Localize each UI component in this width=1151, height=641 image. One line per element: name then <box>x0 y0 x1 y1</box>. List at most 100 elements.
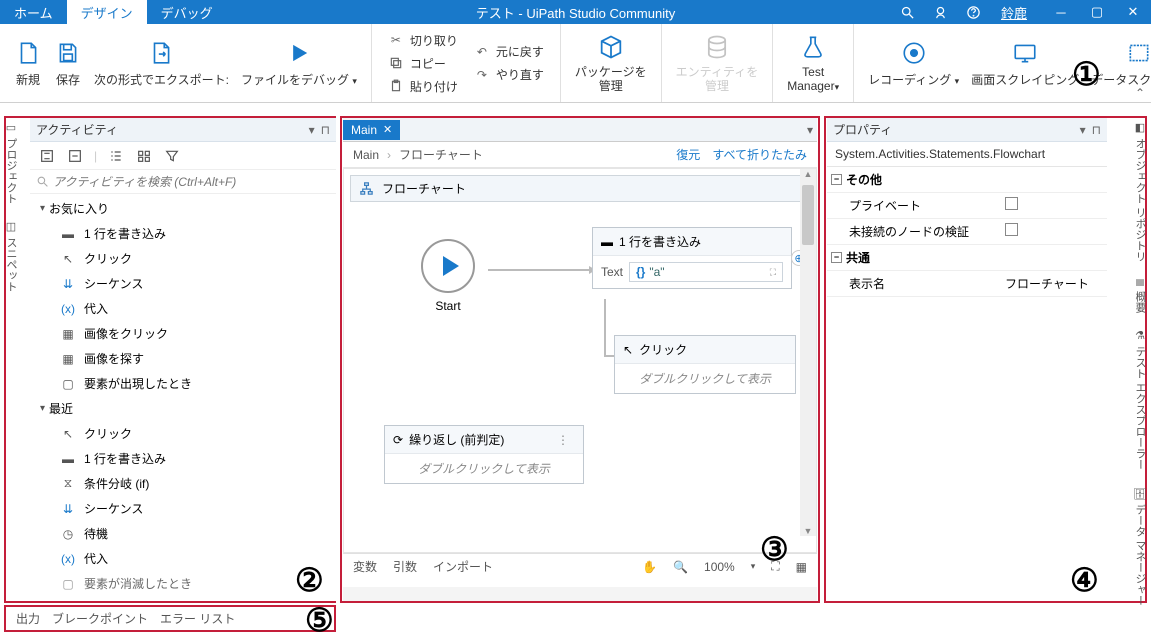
recent-elemvanish[interactable]: ▢要素が消滅したとき <box>30 571 336 596</box>
scroll-down-arrow[interactable]: ▼ <box>800 526 816 536</box>
side-tab-datamgr[interactable]: 🗄データ マネージャー <box>1129 478 1151 614</box>
cut-button[interactable]: ✂切り取り <box>386 30 460 51</box>
view-icon-1[interactable] <box>107 147 125 165</box>
variables-tab[interactable]: 変数 <box>353 558 377 575</box>
recent-if[interactable]: ⧖条件分岐 (if) <box>30 471 336 496</box>
recent-assign[interactable]: (x)代入 <box>30 546 336 571</box>
close-button[interactable]: ✕ <box>1115 0 1151 24</box>
package-manager-button[interactable]: パッケージを管理 <box>569 29 653 98</box>
panel-options-icon[interactable]: ▾ <box>309 123 315 137</box>
prop-category-other[interactable]: −その他 <box>827 167 1107 193</box>
new-button[interactable]: 新規 <box>8 35 48 92</box>
side-tab-snippets[interactable]: ◫スニペット <box>0 212 22 300</box>
expand-designer-icon[interactable]: ▾ <box>807 123 813 137</box>
designer-canvas[interactable]: フローチャート Start ▬ 1 行を書き込み Text {} "a <box>343 168 817 553</box>
recent-sequence[interactable]: ⇊シーケンス <box>30 496 336 521</box>
close-tab-icon[interactable]: ✕ <box>383 123 392 136</box>
redo-button[interactable]: ↷やり直す <box>472 64 546 85</box>
fav-findimage[interactable]: ▦画像を探す <box>30 346 336 371</box>
private-checkbox[interactable] <box>1005 197 1018 210</box>
help-icon[interactable] <box>962 5 985 20</box>
redo-icon: ↷ <box>474 67 490 83</box>
prop-category-common[interactable]: −共通 <box>827 245 1107 271</box>
while-activity[interactable]: ⟳ 繰り返し (前判定) ⋮ ダブルクリックして表示 <box>384 425 584 484</box>
displayname-value[interactable]: フローチャート <box>997 271 1107 296</box>
vertical-scrollbar[interactable]: ▲ ▼ <box>800 169 816 536</box>
click-activity[interactable]: ↖ クリック ダブルクリックして表示 <box>614 335 796 394</box>
imports-tab[interactable]: インポート <box>433 558 493 575</box>
debug-file-button[interactable]: ファイルをデバッグ ▾ <box>235 35 363 92</box>
collapse-all-icon[interactable] <box>66 147 84 165</box>
fav-sequence[interactable]: ⇊シーケンス <box>30 271 336 296</box>
test-manager-button[interactable]: TestManager▾ <box>781 29 845 98</box>
tab-home[interactable]: ホーム <box>0 0 67 25</box>
wait-icon: ◷ <box>60 526 76 542</box>
copy-button[interactable]: コピー <box>386 53 460 74</box>
export-button[interactable]: 次の形式でエクスポート: <box>88 35 235 92</box>
crumb-main[interactable]: Main <box>353 148 379 162</box>
writeline-activity[interactable]: ▬ 1 行を書き込み Text {} "a" ⛶ ⊕ <box>592 227 792 289</box>
arguments-tab[interactable]: 引数 <box>393 558 417 575</box>
horizontal-scrollbar[interactable] <box>343 587 817 601</box>
paste-button[interactable]: 貼り付け <box>386 76 460 97</box>
ribbon-group-test: TestManager▾ <box>773 24 854 102</box>
recent-click[interactable]: ↖クリック <box>30 421 336 446</box>
expand-all-icon[interactable] <box>38 147 56 165</box>
search-icon[interactable] <box>896 5 919 20</box>
fav-click[interactable]: ↖クリック <box>30 246 336 271</box>
entity-manager-button[interactable]: エンティティを管理 <box>670 29 765 98</box>
tab-debug[interactable]: デバッグ <box>147 0 227 25</box>
collapse-all-link[interactable]: すべて折りたたみ <box>712 146 807 163</box>
screen-scraping-button[interactable]: 画面スクレイピング <box>965 35 1085 92</box>
designer-tab-main[interactable]: Main ✕ <box>343 120 400 140</box>
side-tab-project[interactable]: ▭プロジェクト <box>0 113 22 212</box>
recording-button[interactable]: レコーディング ▾ <box>862 35 965 92</box>
side-tab-testexplorer[interactable]: ⚗テスト エクスプローラー <box>1129 321 1151 478</box>
errorlist-tab[interactable]: エラー リスト <box>160 610 235 627</box>
recent-writeline[interactable]: ▬1 行を書き込み <box>30 446 336 471</box>
start-node[interactable]: Start <box>410 239 486 313</box>
view-icon-2[interactable] <box>135 147 153 165</box>
overview-icon[interactable]: ▦ <box>796 560 807 574</box>
pan-icon[interactable]: ✋ <box>642 560 657 574</box>
feedback-icon[interactable] <box>929 5 952 20</box>
user-name[interactable]: 鈴鹿 <box>995 3 1033 22</box>
validate-checkbox[interactable] <box>1005 223 1018 236</box>
scrollbar-thumb[interactable] <box>802 185 814 245</box>
panel-pin-icon[interactable]: ⊓ <box>1092 123 1101 137</box>
recent-wait[interactable]: ◷待機 <box>30 521 336 546</box>
group-favorites[interactable]: ▾お気に入り <box>30 196 336 221</box>
expand-expression-icon[interactable]: ⛶ <box>770 267 776 278</box>
restore-link[interactable]: 復元 <box>676 146 700 163</box>
bottom-tabs-container: 出力 ブレークポイント エラー リスト <box>6 607 334 630</box>
undo-button[interactable]: ↶元に戻す <box>472 41 546 62</box>
zoom-level[interactable]: 100% <box>704 560 735 574</box>
flowchart-header[interactable]: フローチャート <box>350 175 810 202</box>
scroll-up-arrow[interactable]: ▲ <box>800 169 816 179</box>
activities-search-input[interactable] <box>53 175 330 189</box>
zoom-icon[interactable]: 🔍 <box>673 560 688 574</box>
group-recent[interactable]: ▾最近 <box>30 396 336 421</box>
panel-options-icon[interactable]: ▾ <box>1080 123 1086 137</box>
breakpoints-tab[interactable]: ブレークポイント <box>52 610 148 627</box>
fav-assign[interactable]: (x)代入 <box>30 296 336 321</box>
fav-writeline[interactable]: ▬1 行を書き込み <box>30 221 336 246</box>
crumb-flowchart[interactable]: フローチャート <box>399 146 483 163</box>
prop-row-displayname: 表示名 フローチャート <box>827 271 1107 297</box>
output-tab[interactable]: 出力 <box>16 610 40 627</box>
more-menu-icon[interactable]: ⋮ <box>551 433 575 447</box>
save-button[interactable]: 保存 <box>48 35 88 92</box>
export-label: 次の形式でエクスポート: <box>94 71 229 88</box>
connector-arrow-1[interactable] <box>488 269 594 271</box>
side-tab-objrepo[interactable]: ◧オブジェクト リポジトリ <box>1129 113 1151 270</box>
minimize-button[interactable]: ─ <box>1043 0 1079 24</box>
fav-elementappear[interactable]: ▢要素が出現したとき <box>30 371 336 396</box>
tab-design[interactable]: デザイン <box>67 0 147 25</box>
panel-pin-icon[interactable]: ⊓ <box>321 123 330 137</box>
fav-imageclick[interactable]: ▦画像をクリック <box>30 321 336 346</box>
side-tab-outline[interactable]: ≣概要 <box>1129 270 1151 321</box>
filter-icon[interactable] <box>163 147 181 165</box>
ribbon-collapse-button[interactable]: ⌃ <box>1135 86 1145 100</box>
writeline-expression[interactable]: {} "a" ⛶ <box>629 262 783 282</box>
maximize-button[interactable]: ▢ <box>1079 0 1115 24</box>
